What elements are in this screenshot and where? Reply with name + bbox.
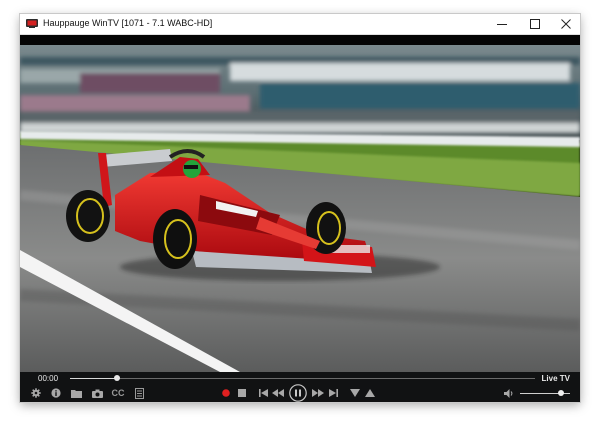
- control-buttons: CC: [20, 384, 580, 402]
- rewind-button[interactable]: [271, 384, 285, 402]
- volume-slider-handle[interactable]: [558, 390, 564, 396]
- video-top-letterbox: [20, 35, 580, 45]
- rewind-icon: [272, 389, 284, 397]
- mute-button[interactable]: [503, 384, 515, 402]
- minimize-button[interactable]: [488, 14, 516, 34]
- app-icon: [26, 19, 38, 28]
- guide-button[interactable]: [133, 384, 145, 402]
- skip-back-icon: [258, 389, 268, 397]
- video-frame-race-car: [20, 45, 580, 372]
- camera-icon: [92, 389, 103, 398]
- info-button[interactable]: [50, 384, 62, 402]
- record-button[interactable]: [220, 384, 232, 402]
- skip-forward-icon: [328, 389, 338, 397]
- skip-forward-button[interactable]: [327, 384, 339, 402]
- window-title: Hauppauge WinTV [1071 - 7.1 WABC-HD]: [43, 18, 213, 28]
- list-icon: [134, 387, 144, 399]
- channel-down-icon: [350, 389, 360, 397]
- channel-down-button[interactable]: [349, 384, 361, 402]
- volume-icon: [504, 388, 513, 398]
- stop-button[interactable]: [236, 384, 248, 402]
- seek-bar-progress: [70, 378, 117, 379]
- volume-slider[interactable]: [520, 390, 570, 396]
- maximize-icon: [530, 19, 540, 29]
- fast-forward-icon: [312, 389, 324, 397]
- title-bar[interactable]: Hauppauge WinTV [1071 - 7.1 WABC-HD]: [20, 14, 580, 35]
- skip-back-button[interactable]: [257, 384, 269, 402]
- pause-button[interactable]: [288, 384, 308, 402]
- seek-bar-handle[interactable]: [113, 375, 120, 381]
- wintv-window: Hauppauge WinTV [1071 - 7.1 WABC-HD] 00:…: [20, 14, 580, 402]
- stop-icon: [238, 389, 246, 397]
- seek-bar[interactable]: [70, 375, 535, 381]
- seek-row: 00:00 Live TV: [20, 372, 580, 384]
- pause-icon: [289, 384, 307, 402]
- video-display[interactable]: [20, 45, 580, 372]
- maximize-button[interactable]: [521, 14, 549, 34]
- live-tv-label[interactable]: Live TV: [542, 374, 570, 383]
- channel-up-icon: [365, 389, 375, 397]
- channel-up-button[interactable]: [364, 384, 376, 402]
- record-icon: [222, 389, 230, 397]
- info-icon: [51, 388, 61, 398]
- minimize-icon: [497, 24, 507, 25]
- current-time: 00:00: [38, 374, 59, 383]
- player-control-bar: 00:00 Live TV CC: [20, 372, 580, 402]
- settings-button[interactable]: [30, 384, 42, 402]
- close-button[interactable]: [552, 14, 580, 34]
- closed-captions-button[interactable]: CC: [110, 384, 126, 402]
- gear-icon: [31, 388, 41, 398]
- open-folder-button[interactable]: [70, 384, 83, 402]
- snapshot-button[interactable]: [91, 384, 104, 402]
- fast-forward-button[interactable]: [311, 384, 325, 402]
- close-icon: [561, 19, 571, 29]
- folder-icon: [71, 389, 82, 398]
